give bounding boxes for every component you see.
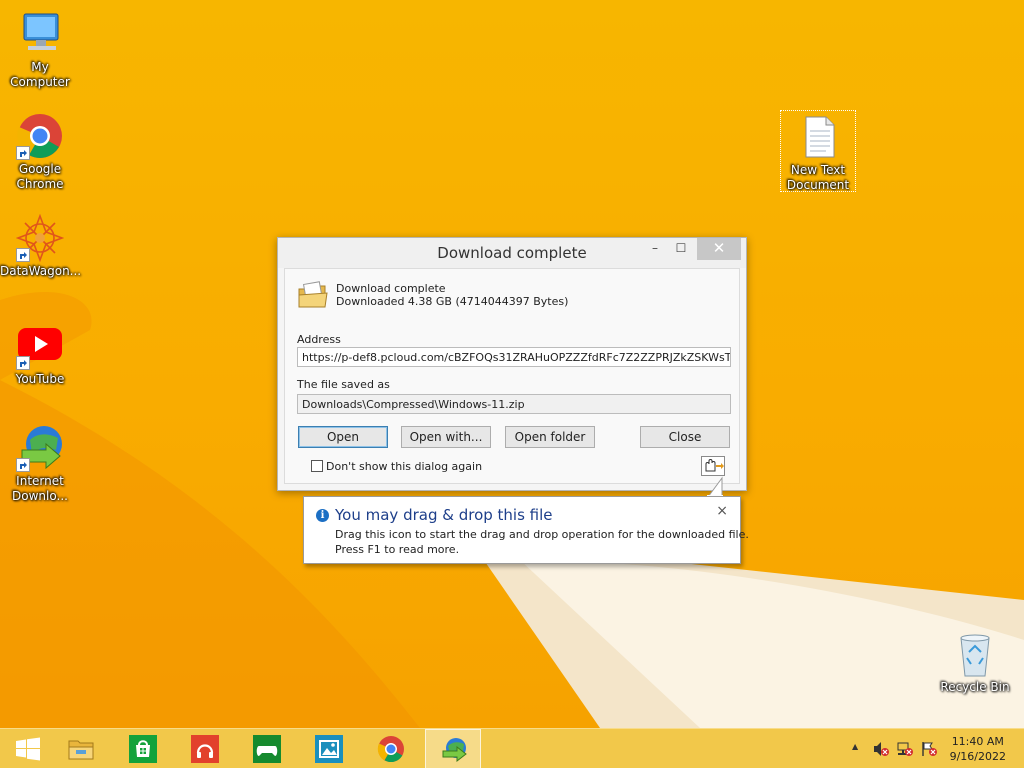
text-file-icon bbox=[794, 113, 842, 161]
shortcut-arrow-icon bbox=[16, 458, 30, 472]
open-folder-button[interactable]: Open folder bbox=[505, 426, 595, 448]
games-icon bbox=[253, 735, 281, 763]
desktop-icon-youtube[interactable]: YouTube bbox=[0, 322, 80, 387]
clock-time: 11:40 AM bbox=[951, 735, 1004, 748]
desktop-icon-label: Internet Downlo... bbox=[12, 474, 68, 503]
open-with-button[interactable]: Open with... bbox=[401, 426, 491, 448]
shortcut-arrow-icon bbox=[16, 248, 30, 262]
open-folder-icon bbox=[297, 281, 329, 315]
desktop-icon-my-computer[interactable]: My Computer bbox=[0, 10, 80, 90]
info-icon: i bbox=[316, 509, 329, 522]
computer-icon bbox=[16, 10, 64, 58]
desktop-icon-internet-download-manager[interactable]: Internet Downlo... bbox=[0, 424, 80, 504]
taskbar: ▲ 11:40 AM 9/16/2022 bbox=[0, 728, 1024, 769]
taskbar-music[interactable] bbox=[177, 729, 233, 769]
shortcut-arrow-icon bbox=[16, 146, 30, 160]
address-label: Address bbox=[297, 333, 341, 346]
drag-drop-tooltip: i You may drag & drop this file × Drag t… bbox=[303, 496, 749, 564]
download-heading: Download complete bbox=[336, 282, 446, 295]
photos-icon bbox=[315, 735, 343, 763]
downloaded-size: Downloaded 4.38 GB (4714044397 Bytes) bbox=[336, 295, 569, 308]
maximize-button[interactable]: ☐ bbox=[668, 241, 694, 263]
volume-muted-icon bbox=[874, 742, 889, 756]
close-window-button[interactable]: ✕ bbox=[697, 238, 741, 260]
tooltip-line-2: Press F1 to read more. bbox=[335, 543, 460, 556]
music-icon bbox=[191, 735, 219, 763]
youtube-icon bbox=[16, 322, 64, 370]
tray-show-hidden[interactable]: ▲ bbox=[850, 729, 862, 769]
desktop-icon-recycle-bin[interactable]: Recycle Bin bbox=[935, 630, 1015, 695]
network-icon bbox=[897, 742, 913, 756]
dialog-titlebar[interactable]: Download complete – ☐ ✕ bbox=[278, 238, 746, 268]
chrome-icon bbox=[377, 736, 404, 763]
taskbar-chrome[interactable] bbox=[363, 729, 419, 769]
shortcut-arrow-icon bbox=[16, 356, 30, 370]
desktop-icon-label: My Computer bbox=[10, 60, 70, 89]
datawagon-icon bbox=[15, 213, 65, 263]
desktop-icon-label: Google Chrome bbox=[16, 162, 64, 191]
taskbar-clock[interactable]: 11:40 AM 9/16/2022 bbox=[950, 734, 1006, 764]
desktop-icon-label: New Text Document bbox=[786, 163, 850, 192]
dont-show-label: Don't show this dialog again bbox=[326, 460, 483, 473]
desktop-icon-google-chrome[interactable]: Google Chrome bbox=[0, 112, 80, 192]
address-field[interactable]: https://p-def8.pcloud.com/cBZFOQs31ZRAHu… bbox=[297, 347, 731, 367]
minimize-button[interactable]: – bbox=[642, 241, 668, 263]
open-button[interactable]: Open bbox=[298, 426, 388, 448]
tooltip-close-icon[interactable]: × bbox=[716, 503, 728, 519]
chrome-icon bbox=[16, 112, 64, 160]
dont-show-checkbox[interactable] bbox=[311, 460, 323, 472]
idm-icon bbox=[16, 424, 64, 472]
tooltip-line-1: Drag this icon to start the drag and dro… bbox=[335, 528, 749, 541]
desktop-icon-label: YouTube bbox=[15, 372, 65, 386]
taskbar-photos[interactable] bbox=[301, 729, 357, 769]
start-icon bbox=[16, 737, 40, 761]
tray-volume[interactable] bbox=[872, 729, 892, 769]
tray-action-center[interactable] bbox=[920, 729, 940, 769]
idm-icon bbox=[442, 738, 467, 763]
balloon-tail bbox=[707, 476, 723, 498]
flag-icon bbox=[922, 742, 937, 756]
saved-path-field[interactable]: Downloads\Compressed\Windows-11.zip bbox=[297, 394, 731, 414]
tooltip-title: You may drag & drop this file bbox=[335, 506, 553, 524]
recycle-bin-icon bbox=[951, 630, 999, 678]
taskbar-store[interactable] bbox=[115, 729, 171, 769]
download-complete-dialog: Download complete – ☐ ✕ Download complet… bbox=[277, 237, 747, 491]
desktop-icon-new-text-document[interactable]: New Text Document bbox=[780, 110, 856, 192]
desktop-icon-datawagon[interactable]: DataWagon... bbox=[0, 213, 82, 279]
start-button[interactable] bbox=[0, 729, 56, 769]
dialog-body: Download complete Downloaded 4.38 GB (47… bbox=[284, 268, 740, 484]
tray-network[interactable] bbox=[896, 729, 916, 769]
chevron-up-icon: ▲ bbox=[852, 742, 859, 751]
drag-drop-icon[interactable] bbox=[701, 456, 725, 476]
close-button[interactable]: Close bbox=[640, 426, 730, 448]
file-explorer-icon bbox=[68, 740, 94, 760]
taskbar-games[interactable] bbox=[239, 729, 295, 769]
clock-date: 9/16/2022 bbox=[949, 750, 1006, 763]
taskbar-file-explorer[interactable] bbox=[53, 729, 109, 769]
desktop-icon-label: Recycle Bin bbox=[940, 680, 1010, 694]
desktop-icon-label: DataWagon... bbox=[0, 264, 82, 278]
taskbar-idm[interactable] bbox=[425, 729, 481, 769]
saved-as-label: The file saved as bbox=[297, 378, 390, 391]
store-icon bbox=[129, 735, 157, 763]
